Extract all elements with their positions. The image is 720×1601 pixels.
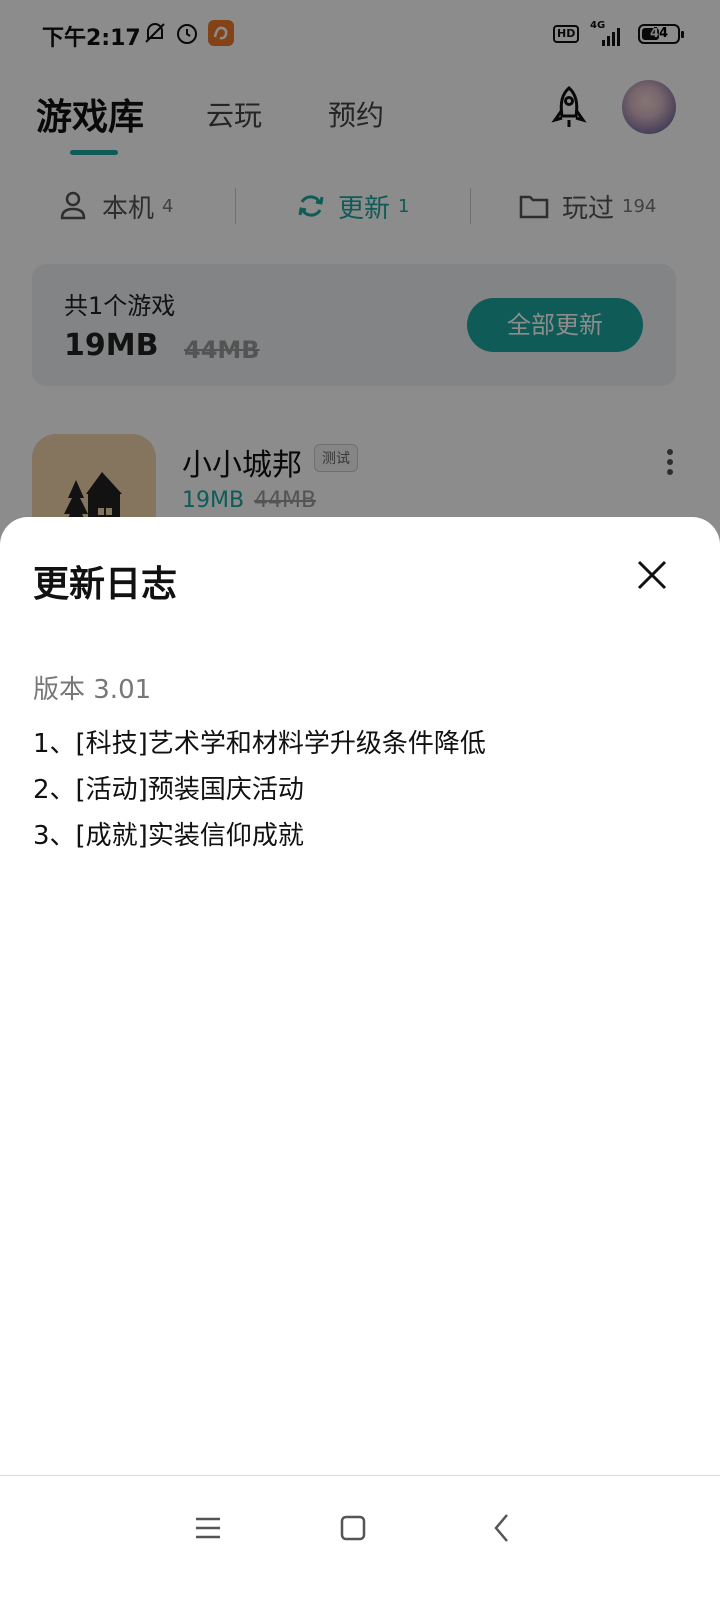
version-label: 版本 3.01 xyxy=(33,675,152,705)
sheet-title: 更新日志 xyxy=(33,564,178,605)
changelog-sheet: 更新日志 版本 3.01 1、[科技]艺术学和材料学升级条件降低 2、[活动]预… xyxy=(0,517,720,1600)
changelog-item: 2、[活动]预装国庆活动 xyxy=(33,775,304,805)
system-nav-bar xyxy=(0,1475,720,1601)
changelog-item: 3、[成就]实装信仰成就 xyxy=(33,821,304,851)
changelog-item: 1、[科技]艺术学和材料学升级条件降低 xyxy=(33,729,486,759)
close-icon[interactable] xyxy=(632,555,672,595)
back-icon[interactable] xyxy=(480,1506,524,1550)
home-icon[interactable] xyxy=(331,1506,375,1550)
menu-icon[interactable] xyxy=(186,1506,230,1550)
changelog-list: 1、[科技]艺术学和材料学升级条件降低 2、[活动]预装国庆活动 3、[成就]实… xyxy=(33,721,486,859)
